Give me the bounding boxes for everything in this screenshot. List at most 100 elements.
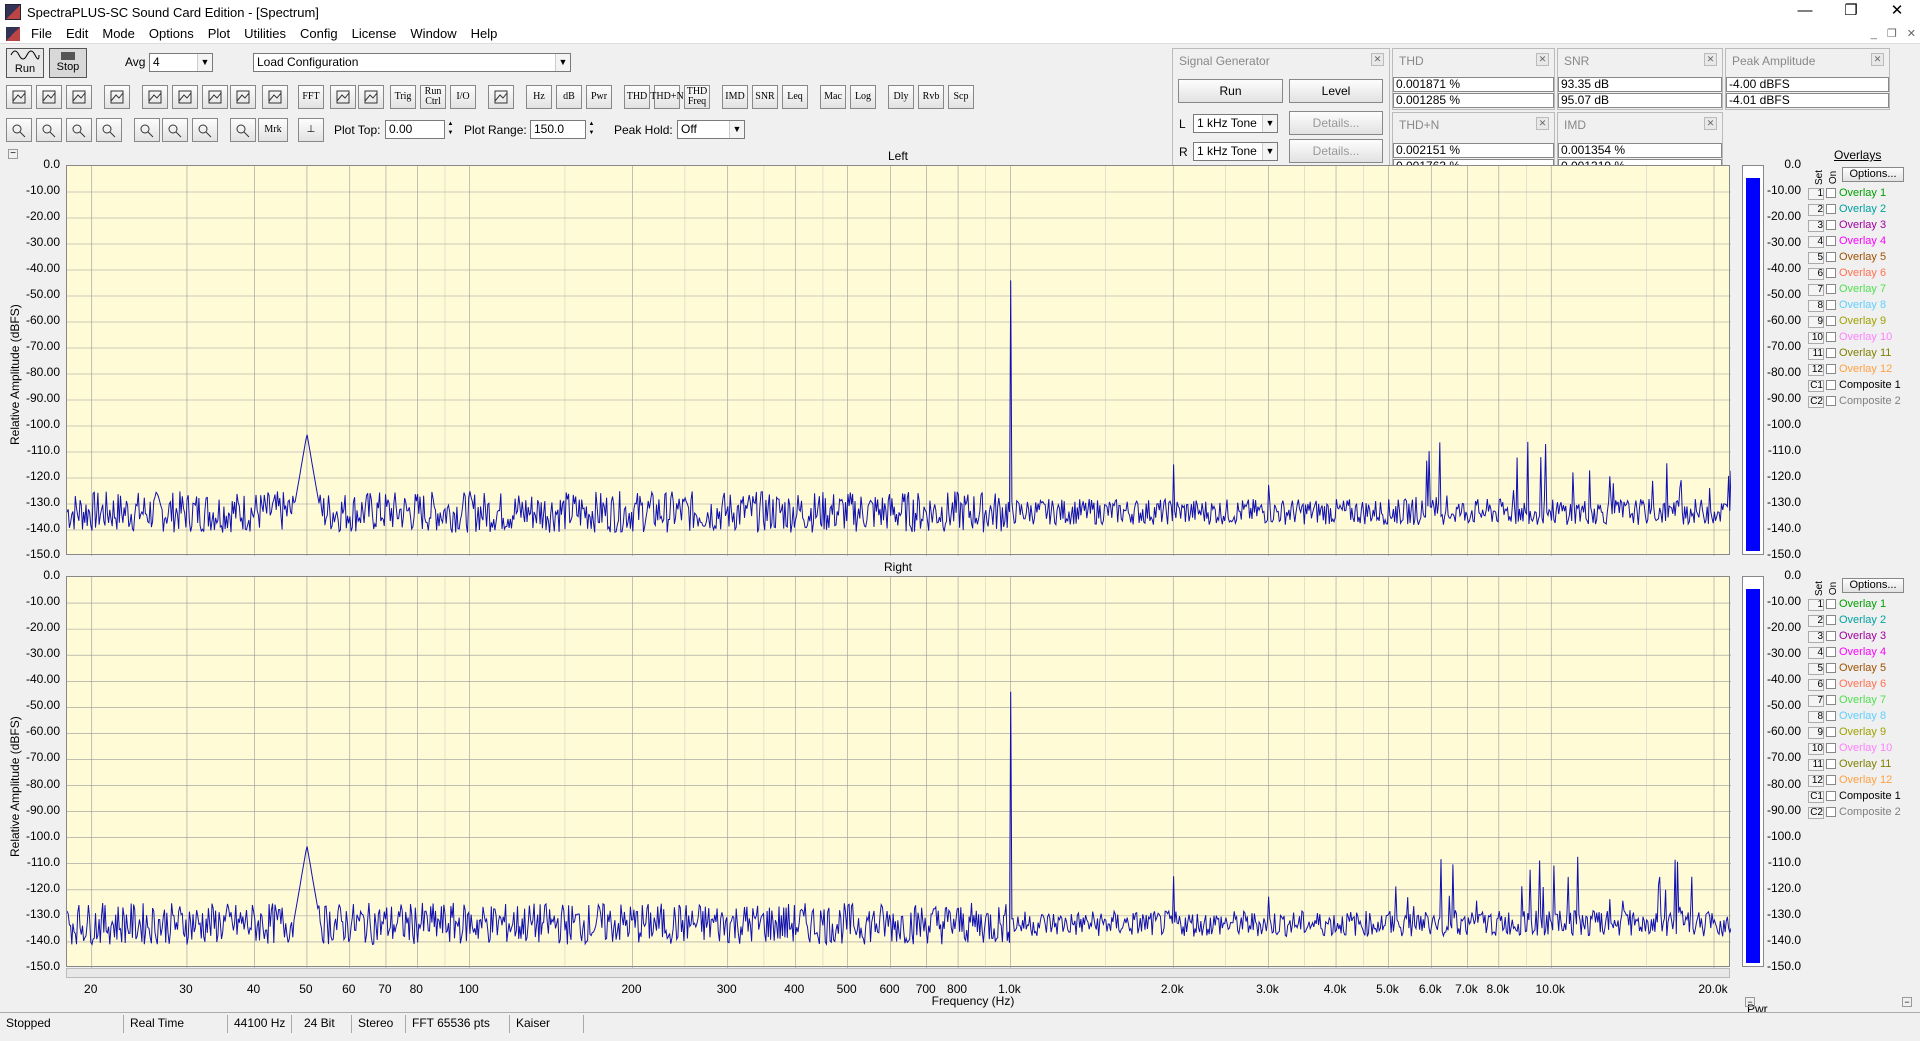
- overlay-set-number[interactable]: 7: [1808, 695, 1824, 707]
- overlay-set-number[interactable]: 5: [1808, 252, 1824, 264]
- plot-range-input[interactable]: 150.0 ▲ ▼: [530, 120, 594, 139]
- overlay-checkbox[interactable]: [1826, 775, 1836, 786]
- tool-pwr-button[interactable]: Pwr: [586, 85, 612, 109]
- overlay-set-number[interactable]: 3: [1808, 220, 1824, 232]
- menu-config[interactable]: Config: [293, 24, 345, 44]
- overlay-set-number[interactable]: C1: [1808, 791, 1824, 803]
- mdi-restore-icon[interactable]: ❐: [1887, 24, 1897, 44]
- menu-edit[interactable]: Edit: [59, 24, 95, 44]
- overlay-checkbox[interactable]: [1826, 695, 1836, 706]
- overlay-item[interactable]: C1 Composite 1: [1808, 790, 1901, 803]
- overlay-options-button[interactable]: Options...: [1842, 167, 1904, 182]
- tool-thd-n-button[interactable]: THD+N: [650, 85, 684, 109]
- overlay-item[interactable]: 7 Overlay 7: [1808, 694, 1886, 707]
- overlay-set-number[interactable]: 12: [1808, 775, 1824, 787]
- close-icon[interactable]: ✕: [1704, 53, 1717, 66]
- tool-imd-button[interactable]: IMD: [722, 85, 748, 109]
- menu-plot[interactable]: Plot: [201, 24, 237, 44]
- overlay-checkbox[interactable]: [1826, 284, 1836, 295]
- overlay-set-number[interactable]: C2: [1808, 396, 1824, 408]
- waterfall-icon[interactable]: [262, 85, 288, 109]
- overlay-checkbox[interactable]: [1826, 380, 1836, 391]
- menu-license[interactable]: License: [345, 24, 404, 44]
- overlay-set-number[interactable]: 12: [1808, 364, 1824, 376]
- overlay-item[interactable]: 10 Overlay 10: [1808, 331, 1892, 344]
- tool-hz-button[interactable]: Hz: [526, 85, 552, 109]
- close-icon[interactable]: ✕: [1371, 53, 1384, 66]
- overlay-item[interactable]: 7 Overlay 7: [1808, 283, 1886, 296]
- peak-hold-select[interactable]: Off ▼: [677, 120, 745, 139]
- overlay-item[interactable]: C2 Composite 2: [1808, 806, 1901, 819]
- spectrum-shape-icon[interactable]: [162, 118, 188, 142]
- overlay-item[interactable]: 8 Overlay 8: [1808, 710, 1886, 723]
- overlay-checkbox[interactable]: [1826, 807, 1836, 818]
- overlay-checkbox[interactable]: [1826, 252, 1836, 263]
- overlay-set-number[interactable]: 11: [1808, 348, 1824, 360]
- overlay-item[interactable]: 9 Overlay 9: [1808, 726, 1886, 739]
- overlay-set-number[interactable]: 9: [1808, 727, 1824, 739]
- mdi-close-icon[interactable]: ✕: [1907, 24, 1916, 44]
- sine-icon[interactable]: [488, 85, 514, 109]
- overlay-set-number[interactable]: 4: [1808, 647, 1824, 659]
- overlay-item[interactable]: 12 Overlay 12: [1808, 774, 1892, 787]
- overlay-item[interactable]: 6 Overlay 6: [1808, 678, 1886, 691]
- overlay-item[interactable]: C2 Composite 2: [1808, 395, 1901, 408]
- zoom-icon[interactable]: [6, 118, 32, 142]
- menu-utilities[interactable]: Utilities: [237, 24, 293, 44]
- overlay-checkbox[interactable]: [1826, 727, 1836, 738]
- overlay-item[interactable]: 5 Overlay 5: [1808, 251, 1886, 264]
- new-file-icon[interactable]: [6, 85, 32, 109]
- horizontal-scrollbar[interactable]: [66, 968, 1730, 978]
- minimize-icon[interactable]: —: [1782, 0, 1828, 24]
- plot-top-input[interactable]: 0.00 ▲ ▼: [385, 120, 453, 139]
- fast-forward-icon[interactable]: [142, 85, 168, 109]
- zoom-out-2x-icon[interactable]: [66, 118, 92, 142]
- meter-collapse-icon[interactable]: −: [1745, 997, 1755, 1007]
- zoom-out-full-icon[interactable]: [96, 118, 122, 142]
- overlay-set-number[interactable]: 8: [1808, 300, 1824, 312]
- overlay-set-number[interactable]: 1: [1808, 188, 1824, 200]
- triangle-icon[interactable]: [358, 85, 384, 109]
- overlay-item[interactable]: 2 Overlay 2: [1808, 203, 1886, 216]
- overlay-checkbox[interactable]: [1826, 188, 1836, 199]
- menu-window[interactable]: Window: [403, 24, 463, 44]
- overlay-set-number[interactable]: 5: [1808, 663, 1824, 675]
- menu-mode[interactable]: Mode: [95, 24, 142, 44]
- close-icon[interactable]: ✕: [1704, 117, 1717, 130]
- overlay-item[interactable]: 9 Overlay 9: [1808, 315, 1886, 328]
- overlay-options-button[interactable]: Options...: [1842, 578, 1904, 593]
- tool-dly-button[interactable]: Dly: [888, 85, 914, 109]
- overlay-checkbox[interactable]: [1826, 364, 1836, 375]
- overlay-item[interactable]: 11 Overlay 11: [1808, 347, 1891, 360]
- tool-run-ctrl-button[interactable]: Run Ctrl: [420, 85, 446, 109]
- right-plot[interactable]: [66, 576, 1731, 968]
- bars-icon[interactable]: [230, 85, 256, 109]
- overlay-checkbox[interactable]: [1826, 599, 1836, 610]
- menu-file[interactable]: File: [24, 24, 59, 44]
- marker-button[interactable]: Mrk: [258, 118, 288, 142]
- overlay-item[interactable]: 12 Overlay 12: [1808, 363, 1892, 376]
- tool-fft-button[interactable]: FFT: [298, 85, 324, 109]
- overlay-item[interactable]: 2 Overlay 2: [1808, 614, 1886, 627]
- close-icon[interactable]: ✕: [1871, 53, 1884, 66]
- close-icon[interactable]: ✕: [1536, 117, 1549, 130]
- overlay-set-number[interactable]: 9: [1808, 316, 1824, 328]
- overlay-item[interactable]: C1 Composite 1: [1808, 379, 1901, 392]
- collapse-icon[interactable]: −: [8, 149, 18, 159]
- overlay-set-number[interactable]: 7: [1808, 284, 1824, 296]
- tool-rvb-button[interactable]: Rvb: [918, 85, 944, 109]
- overlay-item[interactable]: 4 Overlay 4: [1808, 646, 1886, 659]
- tool-snr-button[interactable]: SNR: [752, 85, 778, 109]
- tool-log-button[interactable]: Log: [850, 85, 876, 109]
- overlay-item[interactable]: 8 Overlay 8: [1808, 299, 1886, 312]
- overlay-checkbox[interactable]: [1826, 615, 1836, 626]
- bar-graph-icon[interactable]: [192, 118, 218, 142]
- spinner-icon[interactable]: ▲ ▼: [445, 120, 456, 139]
- overlay-item[interactable]: 1 Overlay 1: [1808, 598, 1886, 611]
- tool-scp-button[interactable]: Scp: [948, 85, 974, 109]
- avg-select[interactable]: 4 ▼: [149, 53, 213, 72]
- generator-left-details-button[interactable]: Details...: [1289, 111, 1383, 135]
- config-select[interactable]: Load Configuration ▼: [253, 53, 571, 72]
- overlay-checkbox[interactable]: [1826, 220, 1836, 231]
- overlay-item[interactable]: 11 Overlay 11: [1808, 758, 1891, 771]
